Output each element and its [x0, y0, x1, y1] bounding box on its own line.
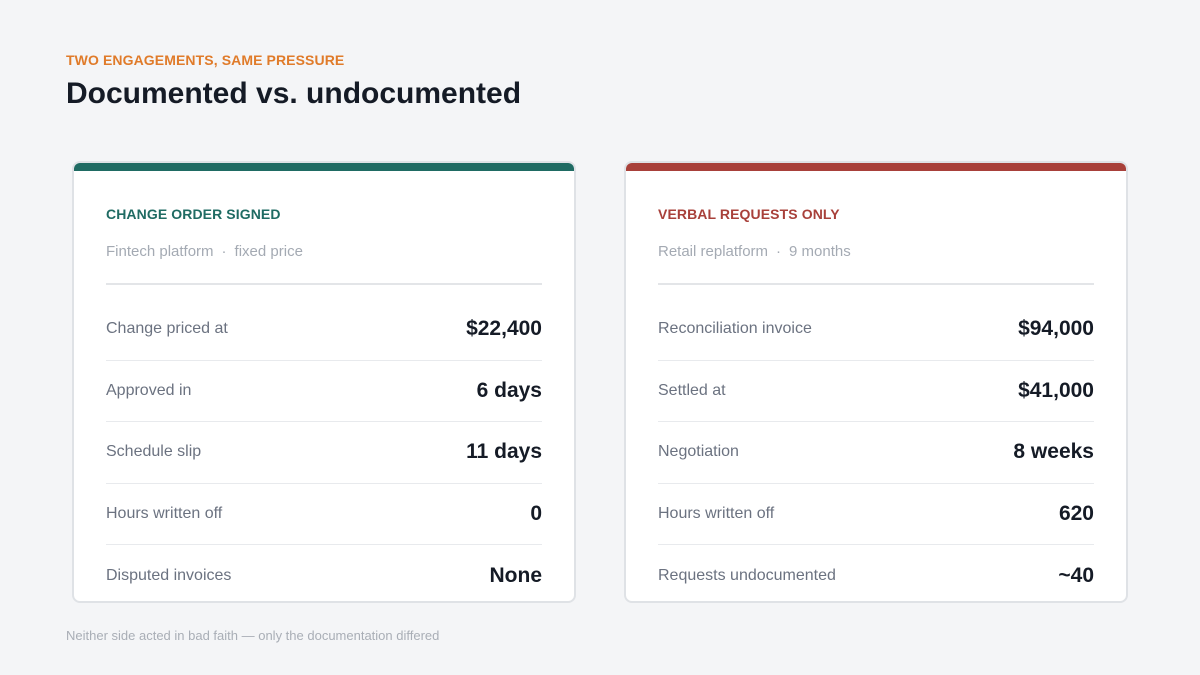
metric-value: 6 days [476, 378, 542, 402]
card-documented: CHANGE ORDER SIGNED Fintech platform · fix… [72, 161, 576, 603]
card-contract: fixed price [234, 243, 303, 260]
separator-dot: · [221, 243, 227, 260]
metric-label: Negotiation [658, 443, 739, 461]
card-label: VERBAL REQUESTS ONLY [658, 206, 840, 222]
card-duration: 9 months [789, 243, 851, 260]
card-label: CHANGE ORDER SIGNED [106, 206, 281, 222]
metric-value: None [489, 563, 543, 587]
metric-row: Hours written off 0 [106, 484, 542, 545]
metric-label: Disputed invoices [106, 566, 232, 584]
metric-row: Negotiation 8 weeks [658, 422, 1094, 484]
metric-row: Schedule slip 11 days [106, 422, 542, 484]
metric-row: Hours written off 620 [658, 484, 1094, 545]
metric-label: Hours written off [658, 504, 775, 522]
card-accent-bar [74, 163, 574, 171]
metric-value: $41,000 [1018, 378, 1094, 402]
separator-dot: · [776, 243, 782, 260]
card-subtitle: Fintech platform · fixed price [106, 243, 303, 260]
metric-value: 620 [1058, 501, 1094, 525]
metric-value: 0 [530, 501, 542, 525]
metric-list: Reconciliation invoice $94,000 Settled a… [658, 299, 1094, 601]
card-accent-bar [626, 163, 1126, 171]
metric-row: Approved in 6 days [106, 361, 542, 422]
metric-row: Settled at $41,000 [658, 361, 1094, 422]
metric-label: Settled at [658, 381, 726, 399]
card-undocumented: VERBAL REQUESTS ONLY Retail replatform · 9… [624, 161, 1128, 603]
metric-value: $22,400 [466, 317, 542, 341]
card-project: Retail replatform [658, 243, 769, 260]
metric-value: $94,000 [1018, 317, 1094, 341]
metric-value: ~40 [1058, 563, 1094, 587]
eyebrow-label: TWO ENGAGEMENTS, SAME PRESSURE [66, 52, 345, 68]
metric-label: Approved in [106, 381, 192, 399]
card-subtitle: Retail replatform · 9 months [658, 243, 851, 260]
card-project: Fintech platform [106, 243, 214, 260]
metric-label: Hours written off [106, 504, 223, 522]
metric-row: Requests undocumented ~40 [658, 545, 1094, 601]
card-divider [106, 283, 542, 285]
metric-value: 11 days [466, 440, 542, 464]
card-divider [658, 283, 1094, 285]
metric-label: Schedule slip [106, 443, 202, 461]
metric-row: Change priced at $22,400 [106, 299, 542, 361]
metric-label: Change priced at [106, 320, 228, 338]
metric-row: Reconciliation invoice $94,000 [658, 299, 1094, 361]
metric-label: Requests undocumented [658, 566, 836, 584]
metric-list: Change priced at $22,400 Approved in 6 d… [106, 299, 543, 601]
metric-label: Reconciliation invoice [658, 320, 812, 338]
metric-row: Disputed invoices None [106, 545, 543, 601]
metric-value: 8 weeks [1013, 440, 1094, 464]
footer-note: Neither side acted in bad faith — only t… [66, 628, 440, 643]
page-title: Documented vs. undocumented [66, 77, 522, 110]
slide: TWO ENGAGEMENTS, SAME PRESSURE Documente… [0, 0, 1200, 675]
